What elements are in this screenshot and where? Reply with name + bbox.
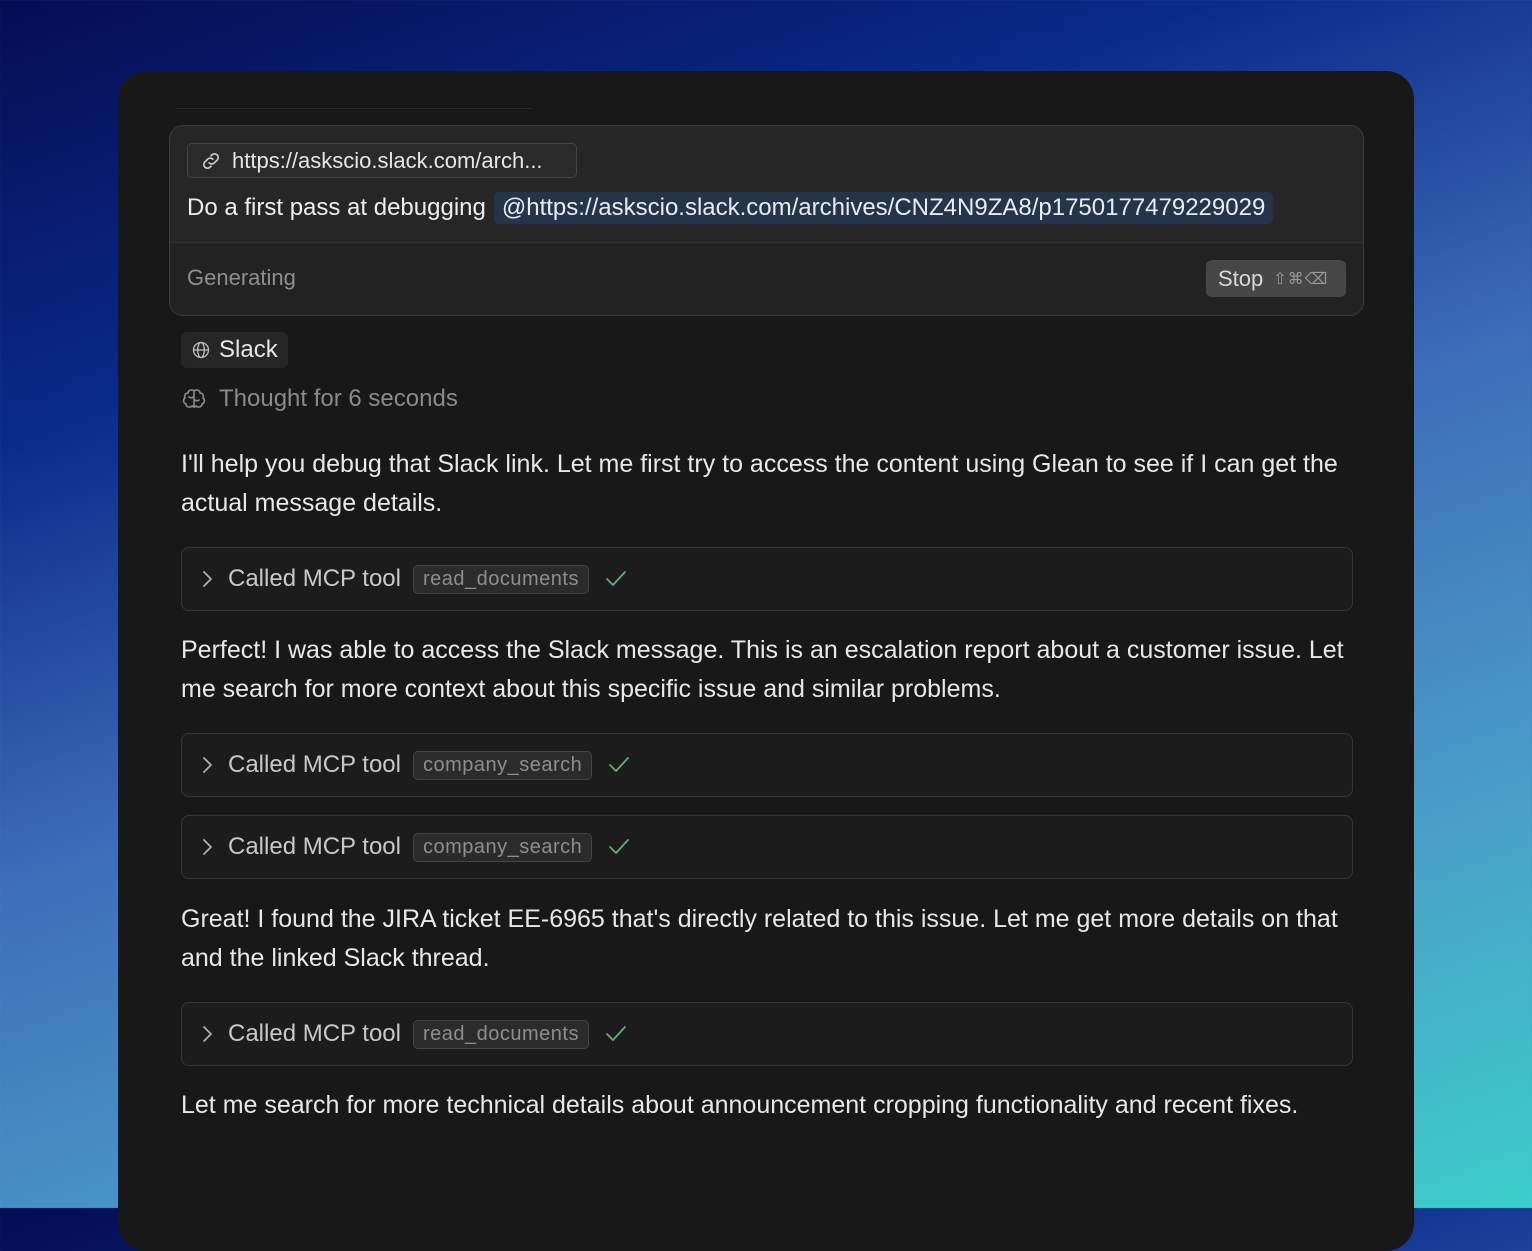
- assistant-message: I'll help you debug that Slack link. Let…: [181, 450, 1338, 517]
- stop-button[interactable]: Stop ⇧⌘⌫: [1206, 260, 1346, 297]
- chevron-right-icon: [203, 757, 212, 773]
- divider: [176, 108, 532, 109]
- stop-label: Stop: [1218, 265, 1264, 291]
- attachment-label: https://askscio.slack.com/arch...: [232, 147, 543, 173]
- tool-call-row[interactable]: Called MCP tool company_search: [181, 815, 1353, 879]
- tool-call-row[interactable]: Called MCP tool company_search: [181, 733, 1353, 797]
- chevron-right-icon: [203, 1026, 212, 1042]
- tool-call-row[interactable]: Called MCP tool read_documents: [181, 547, 1353, 611]
- mention-link[interactable]: @https://askscio.slack.com/archives/CNZ4…: [493, 192, 1274, 224]
- thought-indicator[interactable]: Thought for 6 seconds: [181, 385, 458, 413]
- tool-call-label: Called MCP tool: [228, 751, 401, 778]
- source-pill-slack[interactable]: Slack: [181, 332, 288, 368]
- tool-call-label: Called MCP tool: [228, 833, 401, 860]
- brain-icon: [182, 389, 206, 408]
- check-icon: [606, 571, 626, 586]
- chevron-right-icon: [203, 571, 212, 587]
- link-icon: [202, 152, 220, 169]
- attachment-chip[interactable]: https://askscio.slack.com/arch...: [187, 143, 577, 178]
- tool-name-tag: read_documents: [412, 1019, 589, 1049]
- assistant-message: Perfect! I was able to access the Slack …: [181, 636, 1344, 703]
- tool-name-tag: company_search: [412, 750, 593, 780]
- generating-status: Generating: [187, 265, 296, 290]
- assistant-message: Great! I found the JIRA ticket EE-6965 t…: [181, 905, 1338, 972]
- tool-call-label: Called MCP tool: [228, 565, 401, 592]
- prompt-body: Do a first pass at debugging: [187, 194, 486, 221]
- tool-name-tag: read_documents: [412, 564, 589, 594]
- chat-panel: https://askscio.slack.com/arch... Do a f…: [118, 71, 1414, 1251]
- globe-icon: [192, 341, 210, 359]
- chevron-right-icon: [203, 839, 212, 855]
- thought-label: Thought for 6 seconds: [219, 385, 458, 412]
- stop-shortcut: ⇧⌘⌫: [1273, 270, 1329, 288]
- source-label: Slack: [219, 336, 278, 363]
- tool-call-label: Called MCP tool: [228, 1020, 401, 1047]
- check-icon: [606, 1026, 626, 1041]
- check-icon: [609, 757, 630, 772]
- prompt-text[interactable]: Do a first pass at debugging @https://as…: [187, 192, 1274, 224]
- tool-call-row[interactable]: Called MCP tool read_documents: [181, 1002, 1353, 1066]
- composer: https://askscio.slack.com/arch... Do a f…: [169, 125, 1364, 316]
- check-icon: [609, 839, 630, 854]
- tool-name-tag: company_search: [412, 832, 593, 862]
- assistant-message: Let me search for more technical details…: [181, 1091, 1299, 1119]
- composer-footer: Generating Stop ⇧⌘⌫: [170, 243, 1363, 315]
